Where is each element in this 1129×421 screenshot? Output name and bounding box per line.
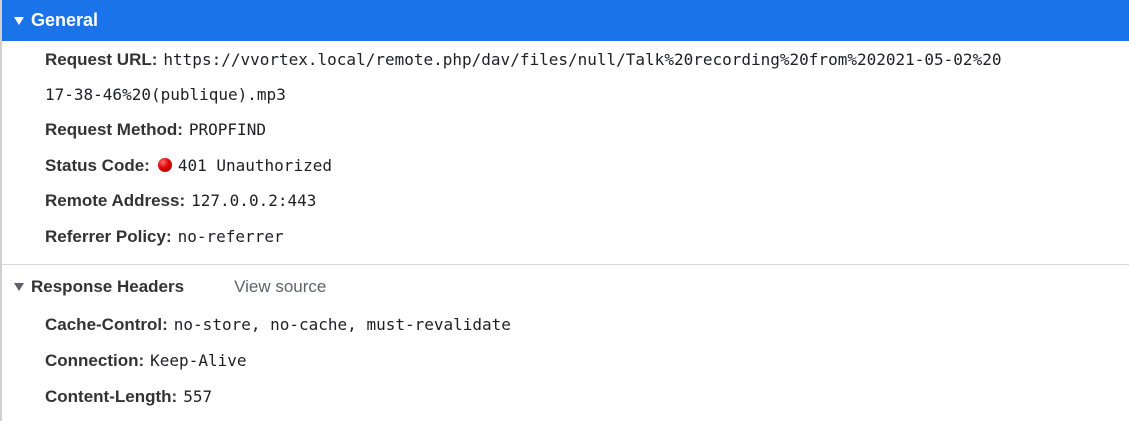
response-headers-section-header: Response Headers View source — [14, 276, 326, 298]
cache-control-value: no-store, no-cache, must-revalidate — [173, 315, 511, 334]
triangle-down-icon — [14, 16, 24, 25]
request-method-value: PROPFIND — [188, 120, 266, 139]
headers-panel: General Request URL: https://vvortex.loca… — [0, 0, 1129, 421]
referrer-policy-value: no-referrer — [177, 227, 284, 246]
content-length-value: 557 — [183, 387, 213, 406]
general-title: General — [31, 10, 99, 30]
request-method-key: Request Method: — [45, 120, 183, 139]
referrer-policy-row: Referrer Policy: no-referrer — [45, 227, 284, 247]
remote-address-key: Remote Address: — [45, 191, 186, 210]
request-url-value-cont: 17-38-46%20(publique).mp3 — [45, 85, 286, 104]
connection-row: Connection: Keep-Alive — [45, 351, 246, 371]
general-section-header[interactable]: General — [2, 0, 1129, 41]
cache-control-row: Cache-Control: no-store, no-cache, must-r… — [45, 315, 511, 335]
connection-key: Connection: — [45, 351, 145, 370]
remote-address-value: 127.0.0.2:443 — [191, 191, 317, 210]
request-method-row: Request Method: PROPFIND — [45, 120, 266, 140]
status-code-value: 401 Unauthorized — [177, 156, 332, 175]
referrer-policy-key: Referrer Policy: — [45, 227, 172, 246]
content-length-key: Content-Length: — [45, 387, 178, 406]
status-error-dot-icon — [157, 158, 172, 172]
view-source-link[interactable]: View source — [234, 277, 326, 297]
status-code-key: Status Code: — [45, 156, 150, 175]
request-url-key: Request URL: — [45, 50, 158, 69]
content-length-row: Content-Length: 557 — [45, 387, 212, 407]
cache-control-key: Cache-Control: — [45, 315, 168, 334]
request-url-row: Request URL: https://vvortex.local/remote… — [45, 50, 1001, 70]
triangle-down-icon[interactable] — [14, 283, 24, 291]
response-headers-title[interactable]: Response Headers — [31, 277, 184, 297]
section-divider — [2, 264, 1129, 265]
remote-address-row: Remote Address: 127.0.0.2:443 — [45, 191, 316, 211]
request-url-row-cont: 17-38-46%20(publique).mp3 — [45, 85, 286, 105]
connection-value: Keep-Alive — [150, 351, 247, 370]
status-code-row: Status Code: 401 Unauthorized — [45, 156, 332, 176]
request-url-value: https://vvortex.local/remote.php/dav/fil… — [163, 50, 1002, 69]
